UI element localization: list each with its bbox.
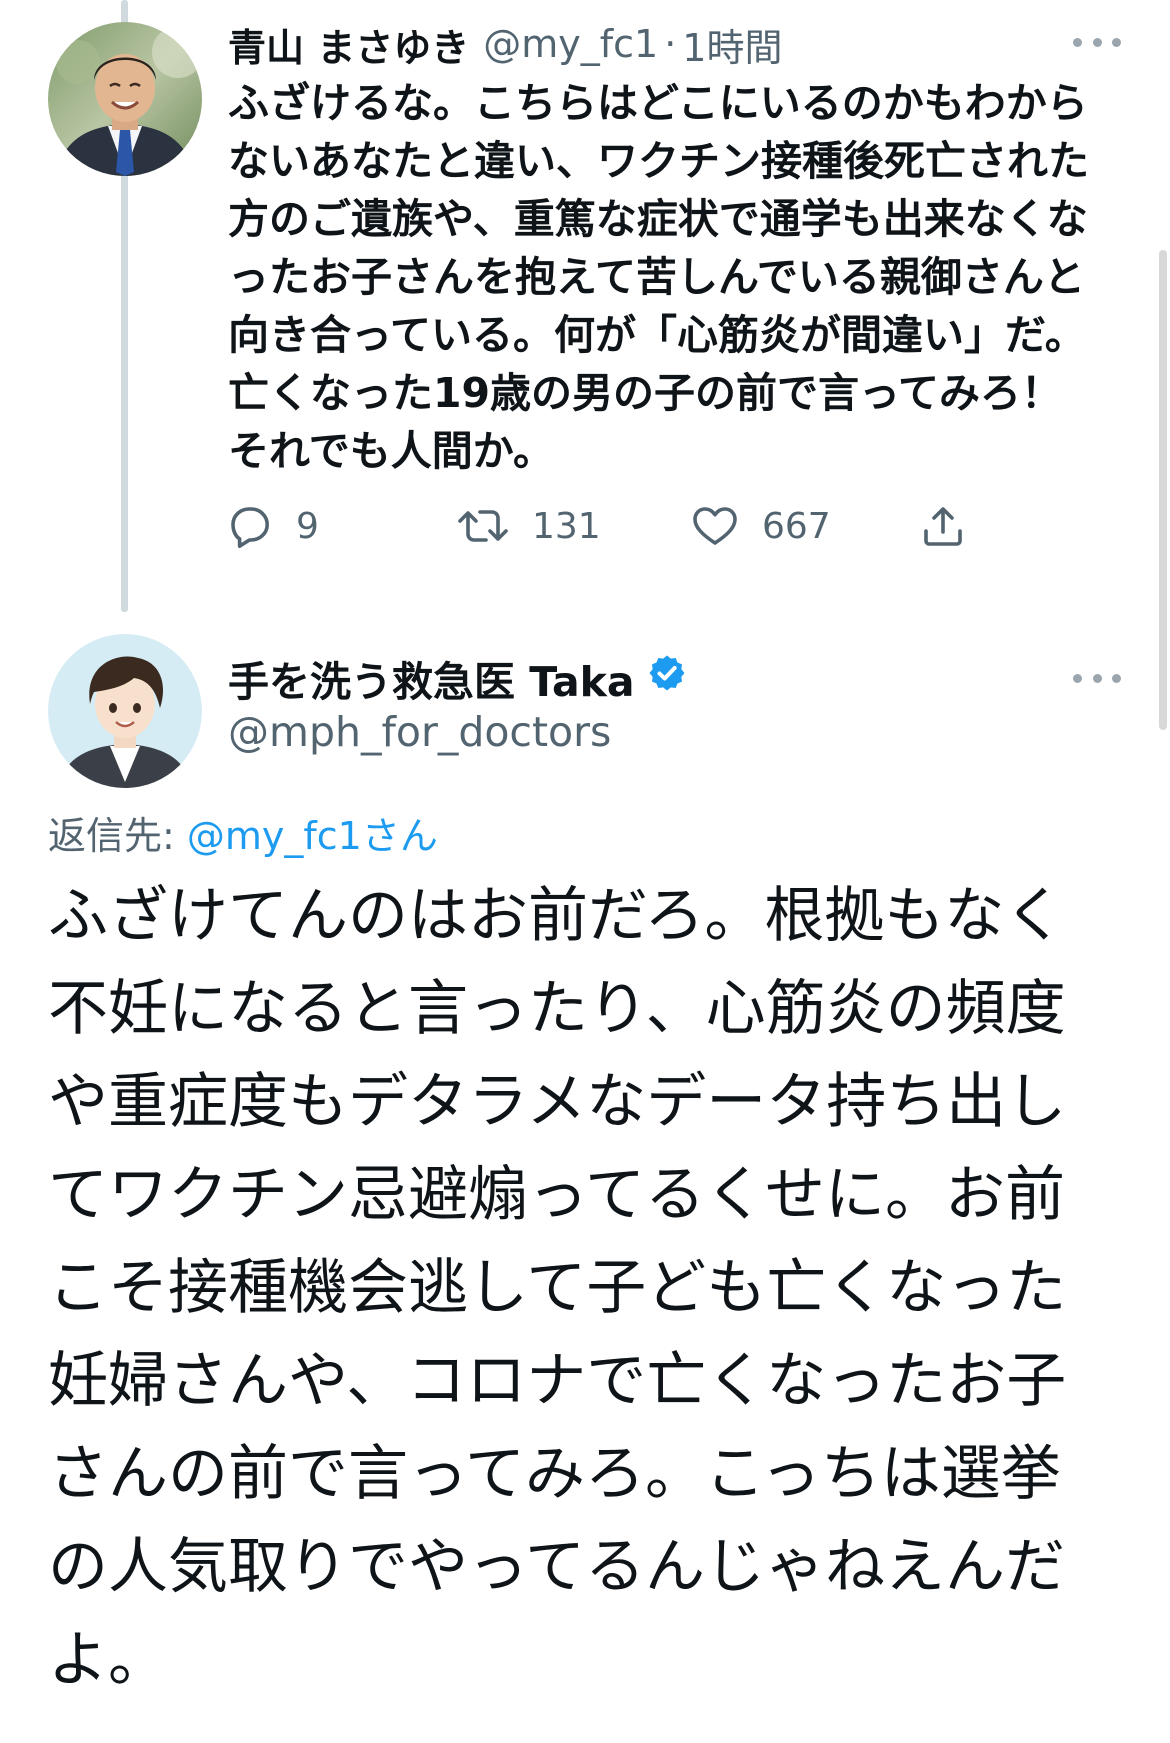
display-name[interactable]: 手を洗う救急医 Taka — [228, 650, 687, 706]
share-button[interactable] — [919, 496, 967, 556]
tweet-text: ふざけるな。こちらはどこにいるのかもわから ないあなたと違い、ワクチン接種後死亡… — [228, 79, 1089, 475]
reply-icon — [231, 507, 269, 548]
reply-count: 9 — [296, 505, 319, 547]
tweet-header: 青山 まさゆき @my_fc1 · 1時間 — [228, 14, 782, 74]
reply-mention-link[interactable]: @my_fc1さん — [187, 814, 438, 858]
user-handle[interactable]: @mph_for_doctors — [228, 708, 611, 756]
user-handle[interactable]: @my_fc1 — [483, 22, 658, 66]
replying-to: 返信先: @my_fc1さん — [48, 805, 438, 860]
reply-button[interactable]: 9 — [226, 496, 319, 556]
reply-label: 返信先: — [48, 814, 187, 858]
user-photo-icon — [48, 22, 202, 176]
retweet-icon — [458, 510, 508, 542]
more-options-icon[interactable] — [1073, 668, 1121, 688]
scrollbar[interactable] — [1159, 250, 1167, 730]
retweet-count: 131 — [532, 505, 601, 547]
like-count: 667 — [762, 505, 831, 547]
verified-badge-icon — [647, 653, 687, 703]
avatar[interactable] — [48, 634, 202, 788]
display-name-text: 手を洗う救急医 Taka — [228, 658, 635, 706]
retweet-button[interactable]: 131 — [456, 496, 601, 556]
share-icon — [924, 507, 962, 546]
tweet-text: ふざけてんのはお前だろ。根拠もなく 不妊になると言ったり、心筋炎の頻度 や重症度… — [48, 881, 1067, 1695]
display-name[interactable]: 青山 まさゆき — [228, 17, 469, 72]
tweet-actions: 9 131 667 — [226, 496, 1006, 556]
heart-icon — [693, 507, 737, 545]
more-options-icon[interactable] — [1073, 32, 1121, 52]
illustrated-doctor-avatar-icon — [48, 634, 202, 788]
separator-dot: · — [664, 22, 677, 66]
timestamp[interactable]: 1時間 — [682, 17, 782, 72]
avatar[interactable] — [48, 22, 202, 176]
like-button[interactable]: 667 — [690, 496, 831, 556]
